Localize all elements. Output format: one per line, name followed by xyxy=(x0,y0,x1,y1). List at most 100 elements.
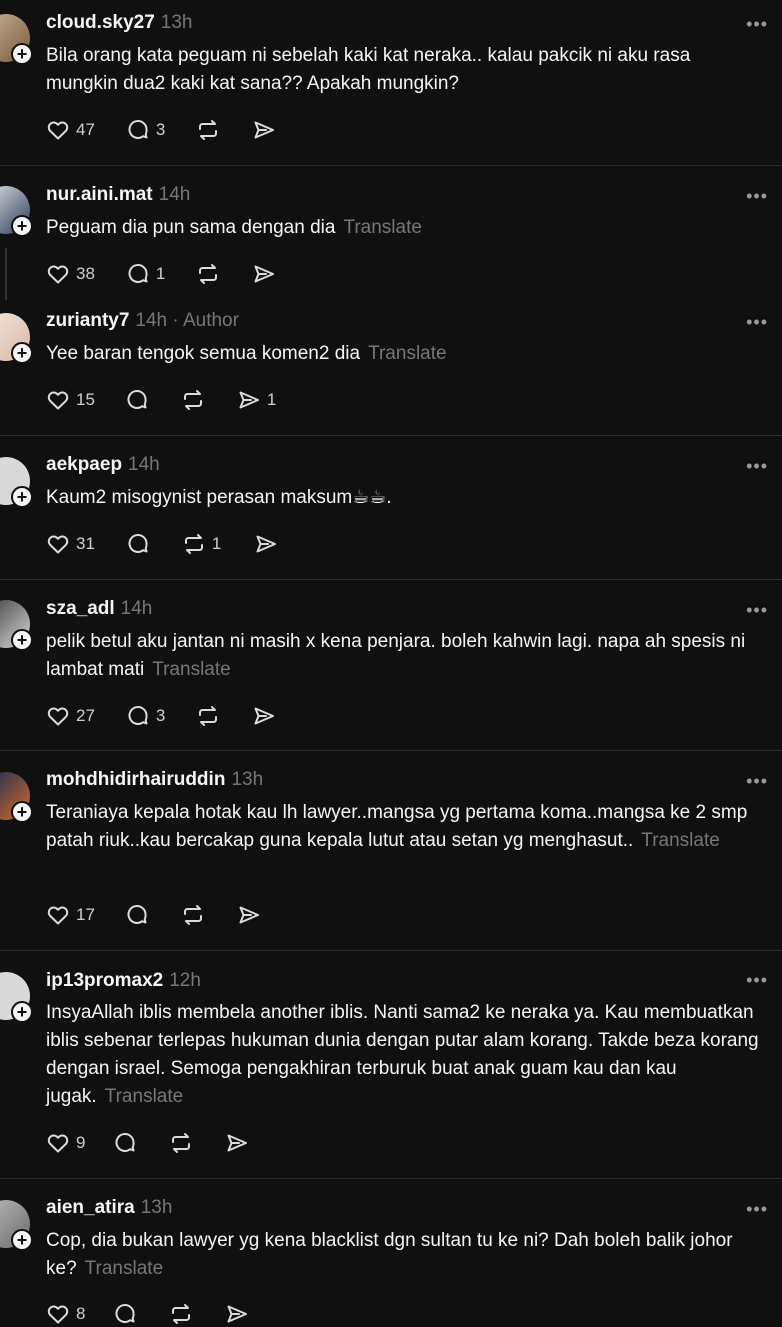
follow-plus-icon[interactable]: + xyxy=(11,629,33,651)
repost-button[interactable] xyxy=(181,903,205,927)
share-button[interactable] xyxy=(225,1131,249,1155)
action-bar: 15 1 xyxy=(46,387,276,413)
heart-icon xyxy=(46,388,70,412)
share-icon xyxy=(237,388,261,412)
follow-plus-icon[interactable]: + xyxy=(11,1229,33,1251)
like-button[interactable]: 27 xyxy=(46,704,95,728)
post-text: Yee baran tengok semua komen2 dia Transla… xyxy=(46,340,766,368)
reply-count: 3 xyxy=(155,120,166,139)
follow-plus-icon[interactable]: + xyxy=(11,486,33,508)
repost-button[interactable] xyxy=(169,1302,193,1326)
follow-plus-icon[interactable]: + xyxy=(11,801,33,823)
translate-link[interactable]: Translate xyxy=(85,1258,164,1279)
reply-button[interactable] xyxy=(125,903,149,927)
reply-icon xyxy=(113,1131,137,1155)
more-options-icon[interactable]: ••• xyxy=(746,600,768,621)
share-button[interactable] xyxy=(225,1302,249,1326)
repost-button[interactable] xyxy=(196,118,220,142)
follow-plus-icon[interactable]: + xyxy=(11,215,33,237)
like-count: 31 xyxy=(76,534,95,553)
more-options-icon[interactable]: ••• xyxy=(746,14,768,35)
repost-button[interactable]: 1 xyxy=(182,532,221,556)
username[interactable]: aekpaep xyxy=(46,454,122,475)
like-button[interactable]: 9 xyxy=(46,1131,85,1155)
action-bar: 17 xyxy=(46,902,261,928)
action-bar: 38 1 xyxy=(46,261,276,287)
post-header: mohdhidirhairuddin 13h xyxy=(46,769,263,791)
share-count: 1 xyxy=(266,390,277,409)
like-button[interactable]: 8 xyxy=(46,1302,85,1326)
post-text-content: Peguam dia pun sama dengan dia xyxy=(46,217,336,238)
follow-plus-icon[interactable]: + xyxy=(11,342,33,364)
timestamp: 14h xyxy=(128,454,160,475)
repost-button[interactable] xyxy=(181,388,205,412)
timestamp: 13h xyxy=(140,1197,173,1218)
username[interactable]: zurianty7 xyxy=(46,310,129,331)
reply-button[interactable]: 3 xyxy=(126,118,165,142)
reply-button[interactable]: 3 xyxy=(126,704,165,728)
username[interactable]: ip13promax2 xyxy=(46,970,163,991)
share-button[interactable] xyxy=(252,118,276,142)
post-text: Peguam dia pun sama dengan dia Translate xyxy=(46,214,766,242)
repost-button[interactable] xyxy=(169,1131,193,1155)
like-button[interactable]: 17 xyxy=(46,903,95,927)
like-count: 38 xyxy=(76,264,95,283)
share-icon xyxy=(252,704,276,728)
share-button[interactable] xyxy=(237,903,261,927)
heart-icon xyxy=(46,118,70,142)
reply-icon xyxy=(125,388,149,412)
more-options-icon[interactable]: ••• xyxy=(746,771,768,792)
repost-button[interactable] xyxy=(196,262,220,286)
repost-icon xyxy=(196,118,220,142)
more-options-icon[interactable]: ••• xyxy=(746,1199,768,1220)
post-text: Kaum2 misogynist perasan maksum☕☕. xyxy=(46,484,766,512)
share-icon xyxy=(252,118,276,142)
share-icon xyxy=(225,1131,249,1155)
username[interactable]: aien_atira xyxy=(46,1197,135,1218)
post-text-content: pelik betul aku jantan ni masih x kena p… xyxy=(46,631,746,680)
translate-link[interactable]: Translate xyxy=(641,830,720,851)
follow-plus-icon[interactable]: + xyxy=(11,43,33,65)
reply-button[interactable] xyxy=(126,532,150,556)
share-button[interactable] xyxy=(254,532,278,556)
translate-link[interactable]: Translate xyxy=(152,659,231,680)
thread-line xyxy=(5,248,7,300)
username[interactable]: mohdhidirhairuddin xyxy=(46,769,225,790)
timestamp: 13h xyxy=(231,769,264,790)
username[interactable]: sza_adl xyxy=(46,598,115,619)
divider xyxy=(0,1178,782,1179)
reply-button[interactable] xyxy=(125,388,149,412)
author-label: · Author xyxy=(172,310,239,331)
username[interactable]: cloud.sky27 xyxy=(46,12,155,33)
share-button[interactable] xyxy=(252,262,276,286)
repost-count: 1 xyxy=(211,534,222,553)
repost-icon xyxy=(196,262,220,286)
translate-link[interactable]: Translate xyxy=(105,1086,184,1107)
share-icon xyxy=(237,903,261,927)
more-options-icon[interactable]: ••• xyxy=(746,312,768,333)
more-options-icon[interactable]: ••• xyxy=(746,186,768,207)
like-button[interactable]: 47 xyxy=(46,118,95,142)
username[interactable]: nur.aini.mat xyxy=(46,184,153,205)
share-button[interactable]: 1 xyxy=(237,388,276,412)
more-options-icon[interactable]: ••• xyxy=(746,456,768,477)
heart-icon xyxy=(46,262,70,286)
repost-icon xyxy=(196,704,220,728)
repost-button[interactable] xyxy=(196,704,220,728)
reply-button[interactable] xyxy=(113,1302,137,1326)
reply-button[interactable] xyxy=(113,1131,137,1155)
repost-icon xyxy=(182,532,206,556)
heart-icon xyxy=(46,704,70,728)
translate-link[interactable]: Translate xyxy=(368,343,447,364)
like-button[interactable]: 31 xyxy=(46,532,95,556)
more-options-icon[interactable]: ••• xyxy=(746,970,768,991)
action-bar: 31 1 xyxy=(46,531,278,557)
reply-button[interactable]: 1 xyxy=(126,262,165,286)
reply-icon xyxy=(125,903,149,927)
like-button[interactable]: 38 xyxy=(46,262,95,286)
translate-link[interactable]: Translate xyxy=(343,217,422,238)
share-button[interactable] xyxy=(252,704,276,728)
post-text: Bila orang kata peguam ni sebelah kaki k… xyxy=(46,42,766,98)
like-button[interactable]: 15 xyxy=(46,388,95,412)
follow-plus-icon[interactable]: + xyxy=(11,1001,33,1023)
